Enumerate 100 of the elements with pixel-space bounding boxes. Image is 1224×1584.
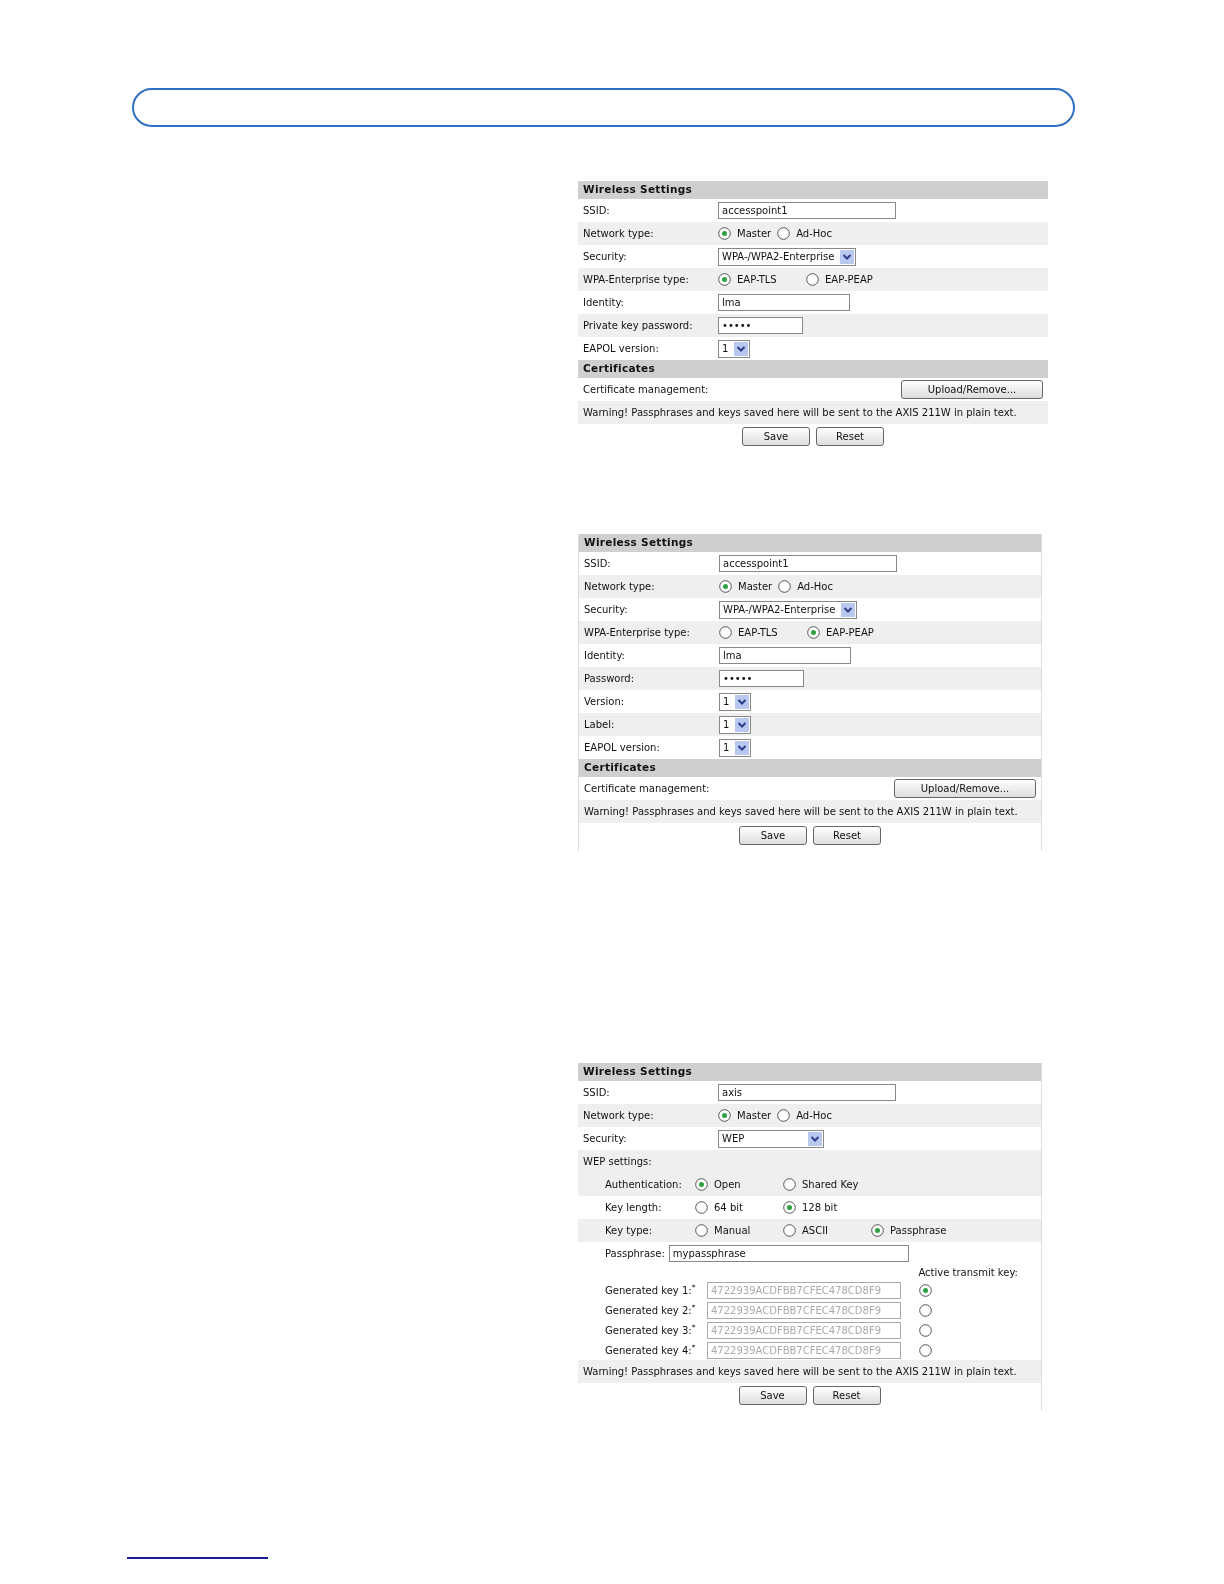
key-field: 4722939ACDFBB7CFEC478CD8F9 — [707, 1321, 901, 1339]
radio-label: Manual — [714, 1224, 751, 1238]
password-field[interactable]: ••••• — [719, 670, 804, 687]
radio-button[interactable] — [777, 227, 791, 240]
field-label: Generated key 4:$^{*}$ — [605, 1342, 697, 1358]
dropdown[interactable]: 1 — [719, 715, 752, 734]
passphrase-field[interactable]: mypassphrase — [668, 1245, 909, 1262]
field-label: Network type: — [584, 580, 656, 594]
field-label: Key length: — [605, 1201, 663, 1215]
field-label: Security: — [584, 603, 629, 617]
text-field[interactable]: lma — [719, 647, 851, 664]
radio-button[interactable] — [806, 273, 819, 286]
radio-label: Ad-Hoc — [796, 1109, 832, 1123]
field-label: Passphrase: — [605, 1247, 665, 1261]
text-field[interactable]: accesspoint1 — [719, 555, 897, 572]
text-field[interactable]: lma — [718, 294, 850, 311]
reset-button[interactable]: Reset — [812, 1386, 881, 1405]
field-label: WPA-Enterprise type: — [584, 626, 691, 640]
chevron-down-icon[interactable] — [735, 740, 750, 755]
key-field: 4722939ACDFBB7CFEC478CD8F9 — [707, 1341, 901, 1359]
chevron-down-icon[interactable] — [734, 341, 749, 356]
radio-label: Shared Key — [802, 1178, 859, 1192]
radio-button[interactable] — [783, 1178, 796, 1191]
field-label: Identity: — [583, 296, 625, 310]
key-field: 4722939ACDFBB7CFEC478CD8F9 — [707, 1301, 901, 1319]
radio-label: Open — [714, 1178, 741, 1192]
radio-button[interactable] — [919, 1303, 932, 1317]
chevron-down-icon[interactable] — [735, 694, 750, 709]
field-label: Certificate management: — [583, 383, 710, 397]
radio-label: EAP-TLS — [738, 626, 778, 640]
section-header: Wireless Settings — [578, 181, 1048, 199]
dropdown[interactable]: WPA-/WPA2-Enterprise — [719, 600, 858, 619]
field-label: Security: — [583, 250, 628, 264]
field-label: EAPOL version: — [583, 342, 660, 356]
radio-label: Passphrase — [890, 1224, 947, 1238]
radio-button[interactable] — [783, 1201, 796, 1214]
chevron-down-icon[interactable] — [840, 249, 855, 264]
radio-button[interactable] — [718, 273, 731, 286]
group-label: WEP settings: — [583, 1155, 652, 1169]
text-field[interactable]: accesspoint1 — [718, 202, 896, 219]
field-label: Generated key 2:$^{*}$ — [605, 1302, 697, 1318]
section-header: Wireless Settings — [578, 1063, 1041, 1081]
chevron-down-icon[interactable] — [735, 717, 750, 732]
field-label: Security: — [583, 1132, 628, 1146]
radio-label: Ad-Hoc — [797, 580, 833, 594]
column-caption: Active transmit key: — [918, 1266, 1018, 1280]
radio-label: ASCII — [802, 1224, 829, 1238]
section-header: Wireless Settings — [579, 534, 1041, 552]
dropdown[interactable]: 1 — [719, 738, 752, 757]
radio-button[interactable] — [719, 580, 732, 593]
radio-button[interactable] — [695, 1201, 708, 1214]
field-label: SSID: — [583, 204, 611, 218]
radio-label: Master — [737, 1109, 772, 1123]
field-label: WPA-Enterprise type: — [583, 273, 690, 287]
radio-button[interactable] — [695, 1178, 708, 1191]
radio-button[interactable] — [778, 580, 792, 593]
radio-label: Master — [738, 580, 773, 594]
warning-text: Warning! Passphrases and keys saved here will be sent to the AXIS 211W in plain text. — [583, 406, 1017, 420]
radio-label: 128 bit — [802, 1201, 838, 1215]
radio-button[interactable] — [718, 1109, 731, 1122]
section-header: Certificates — [579, 759, 1041, 777]
radio-button[interactable] — [919, 1323, 932, 1337]
chevron-down-icon[interactable] — [841, 602, 856, 617]
radio-label: Ad-Hoc — [796, 227, 832, 241]
field-label: Network type: — [583, 227, 655, 241]
section-header: Certificates — [578, 360, 1048, 378]
field-label: Authentication: — [605, 1178, 683, 1192]
reset-button[interactable]: Reset — [813, 826, 881, 845]
radio-button[interactable] — [719, 626, 732, 639]
upload-button[interactable]: Upload/Remove... — [901, 380, 1043, 399]
reset-button[interactable]: Reset — [816, 427, 884, 446]
field-label: Label: — [584, 718, 616, 732]
field-label: Private key password: — [583, 319, 694, 333]
text-field[interactable]: axis — [718, 1084, 896, 1101]
chevron-down-icon[interactable] — [808, 1131, 822, 1146]
save-button[interactable]: Save — [738, 1386, 807, 1405]
radio-button[interactable] — [777, 1109, 791, 1122]
radio-button[interactable] — [919, 1343, 932, 1357]
dropdown[interactable]: WEP — [718, 1129, 824, 1148]
password-field[interactable]: ••••• — [718, 317, 803, 334]
field-label: Key type: — [605, 1224, 654, 1238]
dropdown[interactable]: 1 — [719, 692, 752, 711]
warning-text: Warning! Passphrases and keys saved here will be sent to the AXIS 211W in plain text. — [583, 1365, 1017, 1379]
dropdown[interactable]: 1 — [718, 339, 751, 358]
radio-button[interactable] — [783, 1224, 796, 1237]
radio-button[interactable] — [807, 626, 820, 639]
save-button[interactable]: Save — [742, 427, 810, 446]
field-label: EAPOL version: — [584, 741, 661, 755]
dropdown[interactable]: WPA-/WPA2-Enterprise — [718, 247, 857, 266]
save-button[interactable]: Save — [739, 826, 807, 845]
radio-button[interactable] — [919, 1283, 932, 1297]
radio-button[interactable] — [695, 1224, 708, 1237]
field-label: SSID: — [584, 557, 612, 571]
radio-button[interactable] — [718, 227, 731, 240]
radio-label: Master — [737, 227, 772, 241]
field-label: Generated key 1:$^{*}$ — [605, 1282, 697, 1298]
field-label: Version: — [584, 695, 626, 709]
upload-button[interactable]: Upload/Remove... — [894, 779, 1036, 798]
key-field: 4722939ACDFBB7CFEC478CD8F9 — [707, 1281, 901, 1299]
radio-button[interactable] — [871, 1224, 884, 1237]
